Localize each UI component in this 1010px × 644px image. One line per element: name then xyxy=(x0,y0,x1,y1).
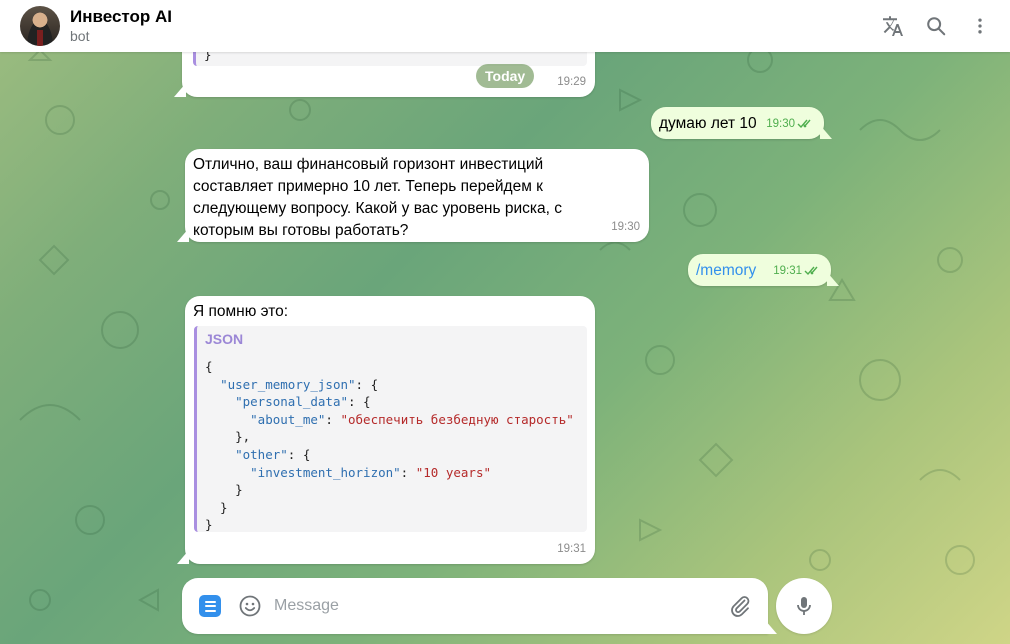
time-text: 19:30 xyxy=(766,118,795,130)
code-line: "about_me": "обеспечить безбедную старос… xyxy=(250,411,574,427)
code-key: "investment_horizon" xyxy=(250,464,401,480)
message-time: 19:29 xyxy=(557,71,586,93)
message-line: которым вы готовы работать? xyxy=(193,222,409,239)
bubble-tail xyxy=(820,125,832,139)
message-line: следующему вопросу. Какой у вас уровень … xyxy=(193,200,563,217)
chat-title-block[interactable]: Инвестор AI bot xyxy=(70,7,172,45)
code-line: } xyxy=(205,482,243,498)
code-key: "other" xyxy=(235,446,288,462)
code-string: "обеспечить безбедную старость" xyxy=(340,411,574,427)
emoji-button[interactable] xyxy=(238,594,262,618)
double-check-icon xyxy=(804,266,818,276)
message-bubble-outgoing[interactable]: думаю лет 10 19:30 xyxy=(651,107,832,139)
bubble-tail xyxy=(177,228,189,242)
code-token: } xyxy=(205,517,213,533)
code-line: } xyxy=(205,516,579,534)
message-input[interactable] xyxy=(274,597,704,615)
chat-title: Инвестор AI xyxy=(70,7,172,26)
chat-subtitle: bot xyxy=(70,28,90,44)
code-token: { xyxy=(205,359,213,374)
double-check-icon xyxy=(797,119,811,129)
search-button[interactable] xyxy=(914,4,958,48)
code-line: "other": { xyxy=(235,446,311,462)
code-line: } xyxy=(205,499,228,515)
header-actions xyxy=(870,4,1002,48)
message-time: 19:30 xyxy=(611,216,640,238)
menu-icon-line xyxy=(204,609,216,612)
bubble-tail xyxy=(174,83,186,97)
mic-icon xyxy=(797,597,811,615)
date-separator: Today xyxy=(476,64,535,88)
menu-icon xyxy=(204,600,216,603)
code-line: }, xyxy=(205,429,251,445)
message-time: 19:30 xyxy=(766,113,815,135)
voice-record-button[interactable] xyxy=(776,578,832,634)
code-key: "user_memory_json" xyxy=(220,376,356,392)
emoji-icon xyxy=(239,595,261,617)
bubble-tail xyxy=(827,272,839,286)
code-line: "user_memory_json": { xyxy=(220,376,379,392)
message-time: 19:31 xyxy=(557,538,586,560)
message-bubble-outgoing[interactable]: /memory 19:31 xyxy=(688,254,839,286)
code-line: { xyxy=(205,358,579,376)
time-text: 19:30 xyxy=(611,221,640,233)
more-button[interactable] xyxy=(958,4,1002,48)
time-text: 19:31 xyxy=(557,543,586,555)
time-text: 19:31 xyxy=(773,265,802,277)
message-bubble-incoming[interactable]: Я помню это: JSON { "user_memory_json": … xyxy=(177,296,595,564)
bot-menu-button[interactable] xyxy=(199,595,221,617)
message-line: Отлично, ваш финансовый горизонт инвести… xyxy=(193,156,544,173)
code-language-label: JSON xyxy=(205,331,244,347)
message-time: 19:31 xyxy=(773,260,822,282)
code-block[interactable]: JSON { "user_memory_json": { "personal_d… xyxy=(194,326,587,532)
code-line: "personal_data": { xyxy=(235,394,371,410)
chat-header: Инвестор AI bot xyxy=(0,0,1010,52)
time-text: 19:29 xyxy=(557,76,586,88)
attach-icon xyxy=(731,596,750,617)
bubble-tail xyxy=(177,550,189,564)
code-string: "10 years" xyxy=(415,464,491,480)
menu-icon-line xyxy=(204,605,216,607)
message-composer xyxy=(182,578,768,634)
message-text: Отлично, ваш финансовый горизонт инвести… xyxy=(193,154,562,242)
command-link[interactable]: /memory xyxy=(696,260,756,282)
message-line: составляет примерно 10 лет. Теперь перей… xyxy=(193,178,543,195)
message-text: думаю лет 10 xyxy=(659,115,757,132)
message-bubble-incoming[interactable]: Отлично, ваш финансовый горизонт инвести… xyxy=(177,149,649,242)
translate-icon xyxy=(883,16,903,36)
attach-button[interactable] xyxy=(726,592,754,620)
code-key: "personal_data" xyxy=(235,394,348,410)
translate-button[interactable] xyxy=(870,4,914,48)
avatar[interactable] xyxy=(20,6,60,46)
message-text: Я помню это: xyxy=(193,303,289,320)
more-vertical-icon xyxy=(978,18,982,34)
code-key: "about_me" xyxy=(250,411,326,427)
code-line: "investment_horizon": "10 years" xyxy=(250,464,491,480)
search-icon xyxy=(927,17,946,36)
